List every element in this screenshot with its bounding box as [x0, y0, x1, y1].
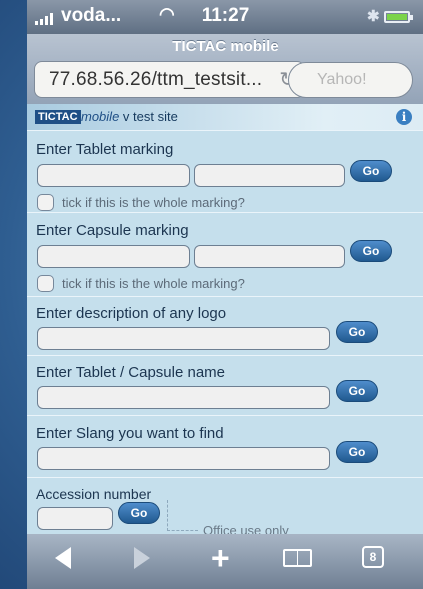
slang-label: Enter Slang you want to find: [36, 425, 224, 442]
slang-go-button[interactable]: Go: [336, 441, 378, 463]
status-bar: voda... ◠ 11:27 ✱: [27, 0, 423, 34]
capsule-whole-marking-label: tick if this is the whole marking?: [62, 276, 245, 291]
address-bar[interactable]: 77.68.56.26/ttm_testsit... ↻: [34, 61, 305, 98]
accession-go-button[interactable]: Go: [118, 502, 160, 524]
site-logo: TICTAC: [35, 110, 81, 124]
logo-description-input[interactable]: [37, 327, 330, 350]
site-tagline: mobile v test site: [81, 109, 178, 124]
tablet-marking-section: Enter Tablet marking Go tick if this is …: [27, 130, 423, 212]
capsule-marking-label: Enter Capsule marking: [36, 222, 189, 239]
add-bookmark-icon[interactable]: +: [211, 540, 230, 577]
tablet-whole-marking-label: tick if this is the whole marking?: [62, 195, 245, 210]
capsule-marking-go-button[interactable]: Go: [350, 240, 392, 262]
clock: 11:27: [201, 5, 250, 26]
site-header: TICTAC mobile v test site i: [27, 104, 423, 130]
tagline-mobile: mobile: [81, 109, 120, 124]
bookmarks-icon[interactable]: [283, 549, 312, 567]
logo-description-section: Enter description of any logo Go: [27, 296, 423, 355]
office-bracket: [167, 500, 198, 531]
browser-toolbar: + 8: [27, 534, 423, 589]
tablet-marking-go-button[interactable]: Go: [350, 160, 392, 182]
browser-chrome: TICTAC mobile 77.68.56.26/ttm_testsit...…: [27, 34, 423, 104]
capsule-marking-input-1[interactable]: [37, 245, 190, 268]
tablet-marking-input-1[interactable]: [37, 164, 190, 187]
phone-screen: voda... ◠ 11:27 ✱ TICTAC mobile 77.68.56…: [27, 0, 423, 589]
bluetooth-icon: ✱: [367, 8, 380, 25]
forward-arrow-icon[interactable]: [134, 547, 150, 569]
page-title: TICTAC mobile: [172, 38, 279, 55]
tablet-marking-label: Enter Tablet marking: [36, 141, 174, 158]
tablet-marking-input-2[interactable]: [194, 164, 345, 187]
name-section: Enter Tablet / Capsule name Go: [27, 355, 423, 415]
slang-input[interactable]: [37, 447, 330, 470]
tabs-icon[interactable]: 8: [362, 546, 384, 568]
slang-section: Enter Slang you want to find Go: [27, 415, 423, 477]
name-go-button[interactable]: Go: [336, 380, 378, 402]
battery-icon: [384, 11, 413, 23]
logo-description-label: Enter description of any logo: [36, 305, 227, 322]
search-field[interactable]: Yahoo!: [288, 62, 413, 98]
accession-input[interactable]: [37, 507, 113, 530]
accession-label: Accession number: [36, 486, 152, 502]
capsule-marking-section: Enter Capsule marking Go tick if this is…: [27, 212, 423, 296]
page-content: TICTAC mobile v test site i Enter Tablet…: [27, 104, 423, 538]
logo-description-go-button[interactable]: Go: [336, 321, 378, 343]
capsule-marking-input-2[interactable]: [194, 245, 345, 268]
tablet-whole-marking-checkbox[interactable]: [37, 194, 54, 211]
name-label: Enter Tablet / Capsule name: [36, 364, 226, 381]
name-input[interactable]: [37, 386, 330, 409]
accession-section: Accession number Go Office use only: [27, 477, 423, 538]
back-arrow-icon[interactable]: [55, 547, 71, 569]
tagline-rest: v test site: [119, 109, 178, 124]
info-icon[interactable]: i: [396, 109, 412, 125]
url-text: 77.68.56.26/ttm_testsit...: [49, 69, 263, 90]
capsule-whole-marking-checkbox[interactable]: [37, 275, 54, 292]
